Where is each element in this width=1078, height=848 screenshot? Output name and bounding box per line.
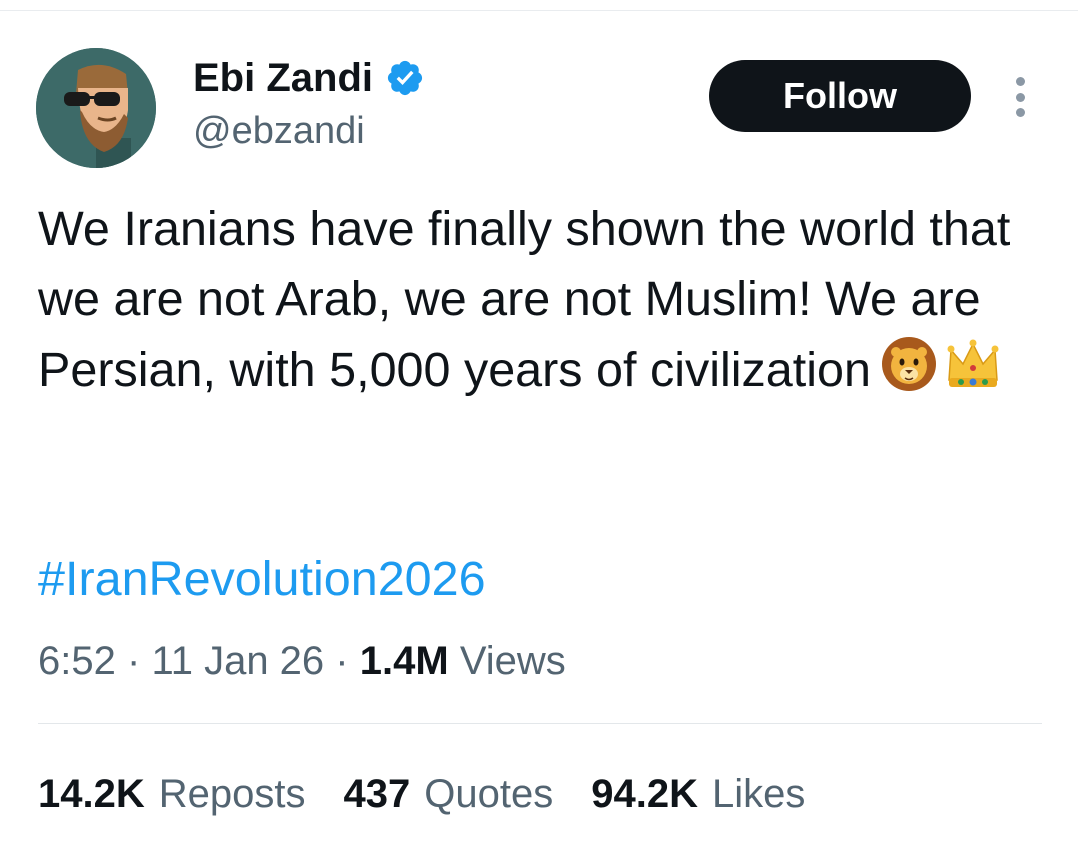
- crown-emoji: [947, 339, 999, 387]
- likes-label: Likes: [711, 772, 806, 816]
- meta-separator: ·: [335, 639, 349, 683]
- reposts-stat[interactable]: 14.2K Reposts: [38, 766, 306, 822]
- reposts-label: Reposts: [158, 772, 306, 816]
- tweet-date[interactable]: 11 Jan 26: [151, 639, 324, 683]
- verified-badge-icon[interactable]: [385, 58, 425, 98]
- likes-count: 94.2K: [591, 772, 698, 816]
- lion-face-emoji: [881, 337, 936, 391]
- hashtag-link[interactable]: #IranRevolution2026: [38, 544, 486, 614]
- display-name[interactable]: Ebi Zandi: [193, 53, 373, 103]
- tweet-meta: 6:52 · 11 Jan 26 · 1.4M Views: [38, 633, 566, 689]
- more-dot: [1015, 108, 1025, 117]
- reposts-count: 14.2K: [38, 772, 145, 816]
- tweet-body: We Iranians have finally shown the world…: [38, 202, 1011, 397]
- avatar[interactable]: [36, 48, 156, 168]
- more-options-icon[interactable]: [1002, 77, 1038, 117]
- views-count[interactable]: 1.4M: [360, 639, 449, 683]
- meta-separator: ·: [126, 639, 141, 683]
- views-label: Views: [459, 639, 566, 683]
- avatar-illustration: [36, 48, 156, 168]
- tweet-text: We Iranians have finally shown the world…: [38, 194, 1058, 405]
- engagement-stats: 14.2K Reposts 437 Quotes 94.2K Likes: [38, 766, 843, 822]
- quotes-label: Quotes: [424, 772, 554, 816]
- more-dot: [1015, 77, 1025, 86]
- stats-divider: [38, 723, 1042, 724]
- emoji-group: [879, 334, 1007, 394]
- tweet-header: Ebi Zandi @ebzandi Follow: [36, 47, 1046, 171]
- tweet-time[interactable]: 6:52: [38, 639, 116, 683]
- more-dot: [1015, 92, 1025, 102]
- user-handle[interactable]: @ebzandi: [193, 107, 365, 155]
- follow-button[interactable]: Follow: [709, 60, 971, 132]
- likes-stat[interactable]: 94.2K Likes: [591, 766, 805, 822]
- quotes-count: 437: [343, 772, 411, 816]
- top-divider: [0, 10, 1078, 11]
- name-row: Ebi Zandi: [193, 53, 425, 103]
- quotes-stat[interactable]: 437 Quotes: [344, 766, 554, 822]
